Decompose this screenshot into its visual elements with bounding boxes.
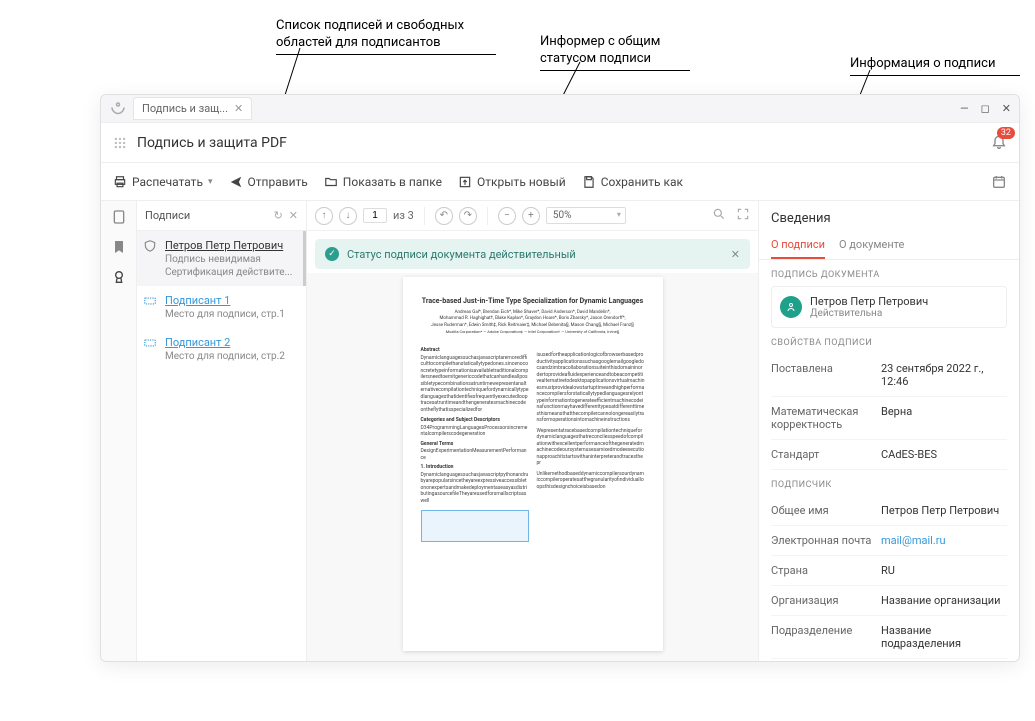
next-page-button[interactable]: ↓ bbox=[339, 207, 357, 225]
fullscreen-icon[interactable] bbox=[736, 207, 750, 224]
rotate-left-button[interactable]: ↶ bbox=[435, 207, 453, 225]
page-total: из 3 bbox=[393, 209, 414, 222]
print-button[interactable]: Распечатать ▾ bbox=[113, 175, 213, 189]
document-tab[interactable]: Подпись и защ... ✕ bbox=[133, 97, 252, 120]
signature-placeholder-item[interactable]: Подписант 1 Место для подписи, стр.1 bbox=[137, 286, 306, 328]
close-icon[interactable]: ✕ bbox=[1002, 102, 1011, 115]
zoom-select[interactable]: 50% bbox=[546, 207, 626, 224]
header: Подпись и защита PDF 32 bbox=[101, 123, 1019, 163]
apps-grid-icon[interactable] bbox=[113, 136, 127, 150]
send-icon bbox=[229, 175, 243, 189]
property-row: СтранаRU bbox=[771, 556, 1007, 586]
folder-icon bbox=[324, 175, 338, 189]
zoom-in-button[interactable]: + bbox=[522, 207, 540, 225]
signatures-panel-title: Подписи bbox=[145, 209, 190, 222]
main-area: Подписи ↻ ✕ Петров Петр Петрович Подпись… bbox=[101, 201, 1019, 661]
annotation-informer: Информер с общим статусом подписи bbox=[540, 34, 690, 73]
signature-status-informer: ✓ Статус подписи документа действительны… bbox=[315, 239, 750, 269]
email-link[interactable]: mail@mail.ru bbox=[881, 534, 1007, 547]
avatar-icon bbox=[780, 296, 802, 318]
notifications-button[interactable]: 32 bbox=[991, 133, 1007, 153]
tab-about-signature[interactable]: О подписи bbox=[771, 232, 825, 259]
chevron-down-icon: ▾ bbox=[208, 177, 213, 187]
annotation-signatures-list: Список подписей и свободных областей для… bbox=[276, 18, 496, 57]
document-scroll-area[interactable]: Trace-based Just-in-Time Type Specializa… bbox=[307, 273, 758, 661]
section-label: ПОДПИСЧИК bbox=[759, 470, 1019, 496]
property-row: СтандартCAdES-BES bbox=[771, 440, 1007, 470]
tab-label: Подпись и защ... bbox=[142, 102, 228, 115]
send-button[interactable]: Отправить bbox=[229, 175, 308, 189]
notification-badge: 32 bbox=[997, 127, 1015, 139]
signer-name: Петров Петр Петрович bbox=[165, 239, 295, 252]
open-new-button[interactable]: Открыть новый bbox=[458, 175, 566, 189]
details-title: Сведения bbox=[759, 201, 1019, 232]
shield-icon bbox=[143, 239, 157, 256]
signer-name: Подписант 1 bbox=[165, 294, 298, 307]
toolbar: Распечатать ▾ Отправить Показать в папке… bbox=[101, 163, 1019, 201]
signatures-panel-header: Подписи ↻ ✕ bbox=[137, 201, 306, 231]
zoom-out-button[interactable]: − bbox=[498, 207, 516, 225]
signer-name: Подписант 2 bbox=[165, 336, 298, 349]
save-icon bbox=[582, 175, 596, 189]
property-row: Поставлена23 сентября 2022 г., 12:46 bbox=[771, 354, 1007, 397]
search-icon[interactable] bbox=[712, 207, 726, 224]
close-informer-icon[interactable]: ✕ bbox=[731, 248, 740, 261]
section-label: ПОДПИСЬ ДОКУМЕНТА bbox=[759, 260, 1019, 286]
signature-placeholder-item[interactable]: Подписант 2 Место для подписи, стр.2 bbox=[137, 328, 306, 370]
details-tabs: О подписи О документе bbox=[759, 232, 1019, 260]
property-row: ПодразделениеНазвание подразделения bbox=[771, 616, 1007, 659]
check-icon: ✓ bbox=[325, 247, 339, 261]
document-toolbar: ↑ ↓ из 3 ↶ ↷ − + 50% bbox=[307, 201, 758, 231]
open-icon bbox=[458, 175, 472, 189]
window-controls: — ◻ ✕ bbox=[960, 102, 1011, 115]
signatures-list: Петров Петр Петрович Подпись невидимая С… bbox=[137, 231, 306, 661]
signer-name: Петров Петр Петрович bbox=[810, 295, 928, 308]
bookmark-icon[interactable] bbox=[111, 239, 127, 255]
calendar-icon[interactable] bbox=[991, 174, 1007, 190]
page-title: Подпись и защита PDF bbox=[137, 135, 287, 151]
signature-properties: Поставлена23 сентября 2022 г., 12:46 Мат… bbox=[759, 354, 1019, 470]
prev-page-button[interactable]: ↑ bbox=[315, 207, 333, 225]
section-label: СВОЙСТВА ПОДПИСИ bbox=[759, 328, 1019, 354]
refresh-icon[interactable]: ↻ bbox=[274, 209, 283, 222]
tab-about-document[interactable]: О документе bbox=[839, 232, 904, 259]
sign-field-icon bbox=[143, 336, 157, 353]
titlebar: Подпись и защ... ✕ — ◻ ✕ bbox=[101, 95, 1019, 123]
app-icon bbox=[109, 100, 127, 118]
pdf-page: Trace-based Just-in-Time Type Specializa… bbox=[403, 277, 663, 651]
signer-status: Действительна bbox=[810, 308, 928, 319]
status-text: Статус подписи документа действительный bbox=[347, 248, 576, 261]
show-in-folder-button[interactable]: Показать в папке bbox=[324, 175, 442, 189]
property-row: Общее имяПетров Петр Петрович bbox=[771, 496, 1007, 526]
signature-box bbox=[421, 510, 529, 542]
save-as-button[interactable]: Сохранить как bbox=[582, 175, 683, 189]
page-icon[interactable] bbox=[111, 209, 127, 225]
signature-item[interactable]: Петров Петр Петрович Подпись невидимая С… bbox=[137, 231, 306, 286]
annotation-signature-info: Информация о подписи bbox=[850, 56, 1020, 78]
signatures-panel: Подписи ↻ ✕ Петров Петр Петрович Подпись… bbox=[137, 201, 307, 661]
close-tab-icon[interactable]: ✕ bbox=[234, 102, 243, 115]
sign-field-icon bbox=[143, 294, 157, 311]
details-panel: Сведения О подписи О документе ПОДПИСЬ Д… bbox=[759, 201, 1019, 661]
document-view: ↑ ↓ из 3 ↶ ↷ − + 50% bbox=[307, 201, 759, 661]
property-row: Математическая корректностьВерна bbox=[771, 397, 1007, 440]
signature-icon[interactable] bbox=[111, 269, 127, 285]
subscriber-properties: Общее имяПетров Петр Петрович Электронна… bbox=[759, 496, 1019, 659]
left-rail bbox=[101, 201, 137, 661]
page-input[interactable] bbox=[363, 208, 387, 223]
app-window: Подпись и защ... ✕ — ◻ ✕ Подпись и защит… bbox=[100, 94, 1020, 662]
property-row: Электронная почтаmail@mail.ru bbox=[771, 526, 1007, 556]
maximize-icon[interactable]: ◻ bbox=[981, 102, 990, 115]
document-signature-card[interactable]: Петров Петр Петрович Действительна bbox=[771, 286, 1007, 328]
minimize-icon[interactable]: — bbox=[960, 102, 969, 115]
panel-close-icon[interactable]: ✕ bbox=[289, 209, 298, 222]
printer-icon bbox=[113, 175, 127, 189]
rotate-right-button[interactable]: ↷ bbox=[459, 207, 477, 225]
property-row: ОрганизацияНазвание организации bbox=[771, 586, 1007, 616]
